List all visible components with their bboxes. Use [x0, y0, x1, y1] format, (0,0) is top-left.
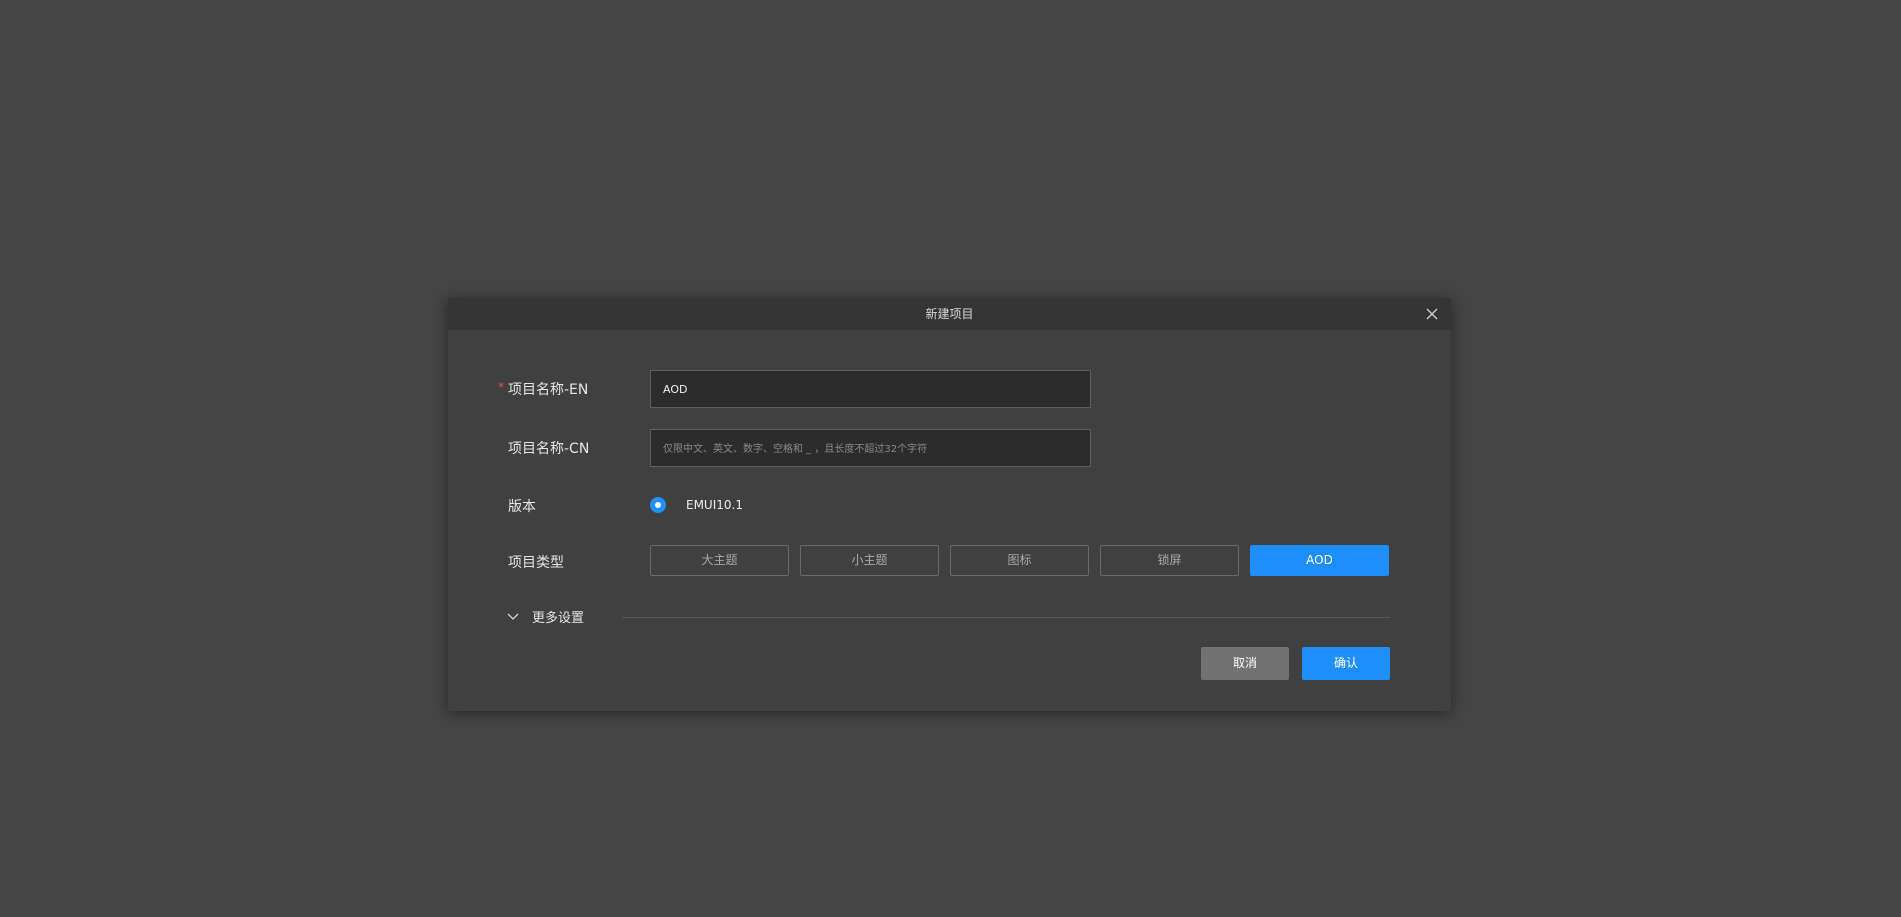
more-settings-divider — [622, 617, 1390, 618]
close-icon — [1426, 308, 1438, 320]
required-mark: * — [498, 380, 504, 394]
new-project-dialog: 新建项目 * 项目名称-EN 项目名称-CN 版本 EMUI10.1 项目类型 … — [448, 298, 1451, 711]
more-settings-toggle[interactable]: 更多设置 — [506, 607, 585, 626]
version-radio-emui101[interactable] — [650, 497, 666, 513]
chevron-down-icon — [507, 613, 519, 620]
project-type-label: 项目类型 — [508, 555, 564, 571]
version-label: 版本 — [508, 499, 536, 515]
close-button[interactable] — [1421, 303, 1443, 325]
type-option-big-theme[interactable]: 大主题 — [650, 545, 789, 576]
type-option-lockscreen[interactable]: 锁屏 — [1100, 545, 1239, 576]
version-option-label[interactable]: EMUI10.1 — [686, 497, 743, 513]
type-option-aod[interactable]: AOD — [1250, 545, 1389, 576]
name-cn-input[interactable] — [650, 429, 1091, 467]
name-en-label: 项目名称-EN — [508, 382, 589, 398]
confirm-button[interactable]: 确认 — [1302, 647, 1390, 680]
type-option-small-theme[interactable]: 小主题 — [800, 545, 939, 576]
dialog-header: 新建项目 — [448, 298, 1451, 330]
name-cn-label: 项目名称-CN — [508, 441, 590, 457]
type-option-icon[interactable]: 图标 — [950, 545, 1089, 576]
dialog-title: 新建项目 — [925, 307, 974, 321]
name-en-input[interactable] — [650, 370, 1091, 408]
cancel-button[interactable]: 取消 — [1201, 647, 1289, 680]
more-settings-label: 更多设置 — [532, 610, 585, 626]
radio-selected-dot — [655, 502, 661, 508]
